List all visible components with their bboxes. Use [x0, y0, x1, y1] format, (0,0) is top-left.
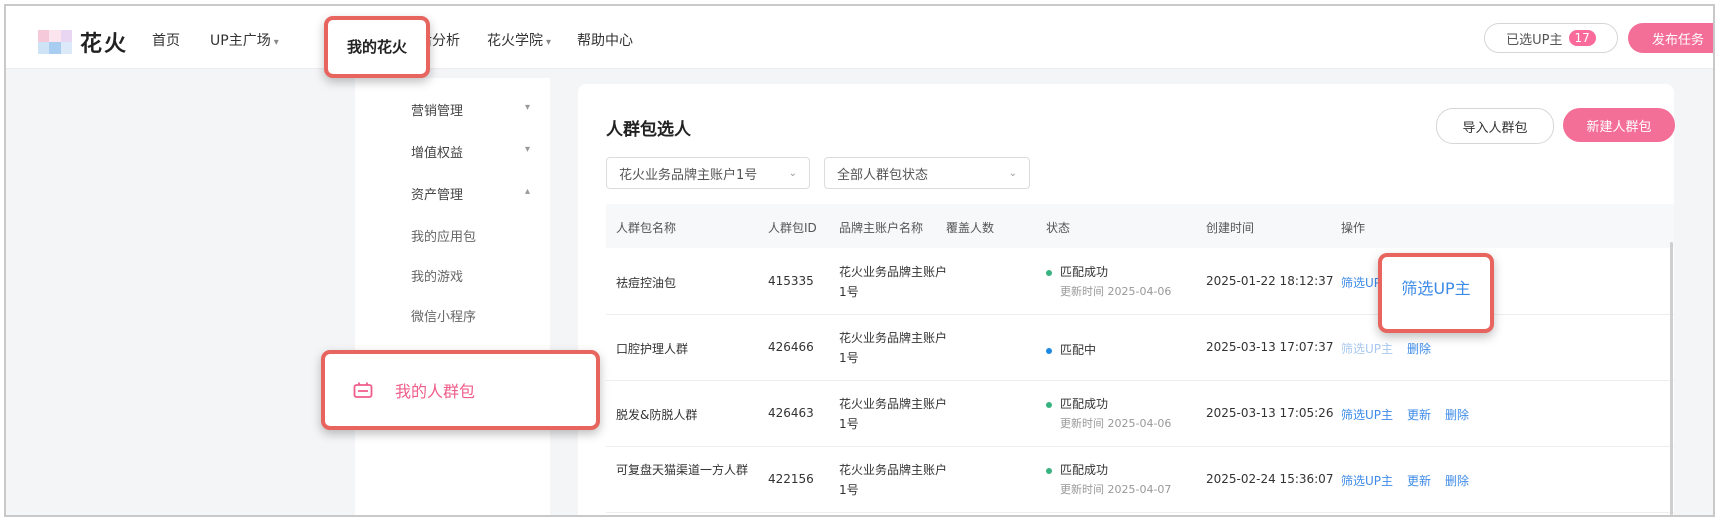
- sidebar-item-benefits[interactable]: 增值权益: [411, 142, 463, 161]
- nav-home[interactable]: 首页: [152, 30, 180, 50]
- chevron-down-icon: ▾: [525, 144, 531, 155]
- update-link[interactable]: 更新: [1407, 406, 1431, 423]
- import-crowd-button[interactable]: 导入人群包: [1436, 108, 1554, 144]
- table-scrollbar[interactable]: [1670, 242, 1673, 515]
- filter-up-link[interactable]: 筛选UP主: [1341, 472, 1393, 489]
- crowd-name: 可复盘天猫渠道一方人群: [616, 463, 749, 477]
- status-dot-icon: [1046, 347, 1052, 354]
- table-row: 脱发&防脱人群 426463 花火业务品牌主账户1号 匹配成功更新时间 2025…: [606, 380, 1674, 447]
- filter-up-callout-label: 筛选UP主: [1401, 279, 1471, 298]
- sidebar-item-marketing[interactable]: 营销管理: [411, 100, 463, 119]
- brand-account: 花火业务品牌主账户1号: [839, 397, 948, 431]
- nav-academy-label: 花火学院: [487, 33, 543, 49]
- column-header: 品牌主账户名称: [839, 221, 924, 235]
- table-row: 祛痘控油包 415335 花火业务品牌主账户1号 匹配成功更新时间 2025-0…: [606, 248, 1674, 315]
- table-row: 可复盘天猫渠道一方人群 422156 花火业务品牌主账户1号 匹配成功更新时间 …: [606, 446, 1674, 513]
- chevron-down-icon: ⌄: [1008, 167, 1017, 179]
- column-header: 覆盖人数: [946, 221, 995, 235]
- status-dot-icon: [1046, 467, 1052, 474]
- crowd-id: 422156: [768, 472, 814, 486]
- account-select-value: 花火业务品牌主账户1号: [619, 167, 758, 183]
- status-text: 匹配成功: [1060, 397, 1109, 411]
- callout-nav-mine[interactable]: 我的花火: [324, 16, 430, 78]
- created-time: 2025-03-13 17:07:37: [1206, 340, 1334, 354]
- callout-filter-up[interactable]: 筛选UP主: [1378, 253, 1494, 333]
- chevron-down-icon: ⌄: [788, 167, 797, 179]
- row-actions: 筛选UP主 更新 删除: [1341, 406, 1469, 423]
- column-header: 人群包名称: [616, 221, 677, 235]
- top-nav: 花火 首页 UP主广场 ▾ 投后分析 花火学院 ▾ 帮助中心 已选UP主 17 发布…: [6, 6, 1713, 69]
- nav-up-square[interactable]: UP主广场 ▾: [210, 30, 279, 50]
- table-header: 人群包名称 人群包ID 品牌主账户名称 覆盖人数 状态 创建时间 操作: [606, 204, 1674, 248]
- column-header: 状态: [1046, 221, 1071, 235]
- delete-link[interactable]: 删除: [1407, 340, 1431, 357]
- column-header: 操作: [1341, 221, 1366, 235]
- sidebar-item-app-packages[interactable]: 我的应用包: [411, 226, 476, 245]
- status-dot-icon: [1046, 269, 1052, 276]
- crowd-name: 脱发&防脱人群: [616, 408, 698, 422]
- row-actions: 筛选UP主 更新 删除: [1341, 472, 1469, 489]
- status-text: 匹配中: [1060, 343, 1097, 357]
- sidebar-item-games[interactable]: 我的游戏: [411, 266, 463, 285]
- status-updated: 更新时间 2025-04-06: [1060, 417, 1172, 430]
- status-select[interactable]: 全部人群包状态 ⌄: [824, 157, 1030, 189]
- status-dot-icon: [1046, 401, 1052, 408]
- column-header: 创建时间: [1206, 221, 1255, 235]
- nav-academy[interactable]: 花火学院 ▾: [487, 30, 551, 50]
- row-actions: 筛选UP主 删除: [1341, 340, 1431, 357]
- logo-text: 花火: [80, 32, 129, 57]
- logo[interactable]: 花火: [38, 26, 128, 58]
- crowd-id: 415335: [768, 274, 814, 288]
- sidebar: 营销管理 ▾ 增值权益 ▾ 资产管理 ▴ 我的应用包 我的游戏 微信小程序: [355, 78, 550, 515]
- brand-account: 花火业务品牌主账户1号: [839, 463, 948, 497]
- publish-task-button[interactable]: 发布任务: [1628, 23, 1713, 53]
- selected-up-label: 已选UP主: [1506, 32, 1563, 48]
- crowd-name: 口腔护理人群: [616, 342, 689, 356]
- status-cell: 匹配中: [1046, 340, 1096, 360]
- nav-mine: 我的花火: [346, 38, 407, 56]
- status-updated: 更新时间 2025-04-06: [1060, 285, 1172, 298]
- sidebar-item-my-crowd: 我的人群包: [395, 382, 476, 401]
- screenshot-frame: 花火 首页 UP主广场 ▾ 投后分析 花火学院 ▾ 帮助中心 已选UP主 17 发布…: [4, 4, 1715, 517]
- delete-link[interactable]: 删除: [1445, 472, 1469, 489]
- status-text: 匹配成功: [1060, 265, 1109, 279]
- created-time: 2025-01-22 18:12:37: [1206, 274, 1334, 288]
- delete-link[interactable]: 删除: [1445, 406, 1469, 423]
- sidebar-item-assets[interactable]: 资产管理: [411, 184, 463, 203]
- nav-up-square-label: UP主广场: [210, 33, 271, 49]
- created-time: 2025-03-13 17:05:26: [1206, 406, 1334, 420]
- new-crowd-button[interactable]: 新建人群包: [1563, 108, 1675, 142]
- sidebar-item-mini-programs[interactable]: 微信小程序: [411, 306, 476, 325]
- selected-count-badge: 17: [1568, 30, 1596, 46]
- status-cell: 匹配成功更新时间 2025-04-07: [1046, 460, 1171, 500]
- status-select-value: 全部人群包状态: [837, 167, 929, 183]
- chevron-down-icon: ▾: [273, 37, 279, 48]
- status-cell: 匹配成功更新时间 2025-04-06: [1046, 394, 1171, 434]
- crowd-name: 祛痘控油包: [616, 276, 677, 290]
- selected-up-button[interactable]: 已选UP主 17: [1484, 23, 1618, 53]
- created-time: 2025-02-24 15:36:07: [1206, 472, 1334, 486]
- crowd-id: 426463: [768, 406, 814, 420]
- chevron-up-icon: ▴: [525, 186, 531, 197]
- crowd-id: 426466: [768, 340, 814, 354]
- brand-account: 花火业务品牌主账户1号: [839, 331, 948, 365]
- brand-account: 花火业务品牌主账户1号: [839, 265, 948, 299]
- account-select[interactable]: 花火业务品牌主账户1号 ⌄: [606, 157, 810, 189]
- filter-up-link[interactable]: 筛选UP主: [1341, 406, 1393, 423]
- table-row: 口腔护理人群 426466 花火业务品牌主账户1号 匹配中 2025-03-13…: [606, 314, 1674, 381]
- column-header: 人群包ID: [768, 221, 817, 235]
- main-panel: 人群包选人 导入人群包 新建人群包 花火业务品牌主账户1号 ⌄ 全部人群包状态 …: [578, 84, 1675, 515]
- logo-mosaic-icon: [38, 30, 72, 54]
- callout-sidebar-my-crowd[interactable]: 我的人群包: [321, 350, 600, 430]
- nav-help[interactable]: 帮助中心: [577, 30, 633, 50]
- update-link[interactable]: 更新: [1407, 472, 1431, 489]
- status-cell: 匹配成功更新时间 2025-04-06: [1046, 262, 1171, 302]
- status-updated: 更新时间 2025-04-07: [1060, 483, 1172, 496]
- status-text: 匹配成功: [1060, 463, 1109, 477]
- filter-up-link-disabled: 筛选UP主: [1341, 342, 1394, 356]
- chevron-down-icon: ▾: [546, 37, 552, 48]
- page-title: 人群包选人: [606, 120, 691, 140]
- chevron-down-icon: ▾: [525, 102, 531, 113]
- crowd-package-icon: [353, 382, 373, 398]
